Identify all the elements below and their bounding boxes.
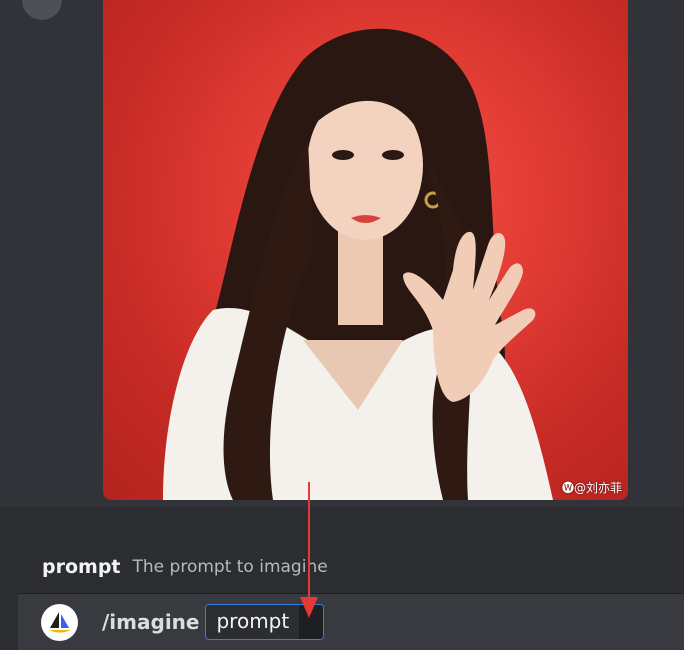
option-prompt[interactable]: prompt The prompt to imagine	[18, 541, 684, 594]
prompt-parameter-label: prompt	[206, 605, 300, 639]
discord-chat: 🅦@刘亦菲 prompt The prompt to imagine /imag…	[0, 0, 684, 650]
watermark-text: 🅦@刘亦菲	[561, 481, 622, 495]
prompt-parameter-chip[interactable]: prompt	[205, 604, 325, 640]
prompt-parameter-input[interactable]	[299, 605, 324, 639]
option-description: The prompt to imagine	[132, 557, 328, 577]
image-attachment[interactable]: 🅦@刘亦菲	[103, 0, 628, 500]
message-input[interactable]: /imagine prompt	[18, 594, 684, 650]
slash-command-popup: prompt The prompt to imagine /imagine pr…	[18, 541, 684, 650]
user-avatar[interactable]	[22, 0, 62, 20]
option-name: prompt	[42, 556, 121, 578]
portrait-photo	[163, 28, 553, 500]
command-name: /imagine	[102, 610, 200, 634]
midjourney-sailboat-icon[interactable]	[41, 603, 78, 641]
